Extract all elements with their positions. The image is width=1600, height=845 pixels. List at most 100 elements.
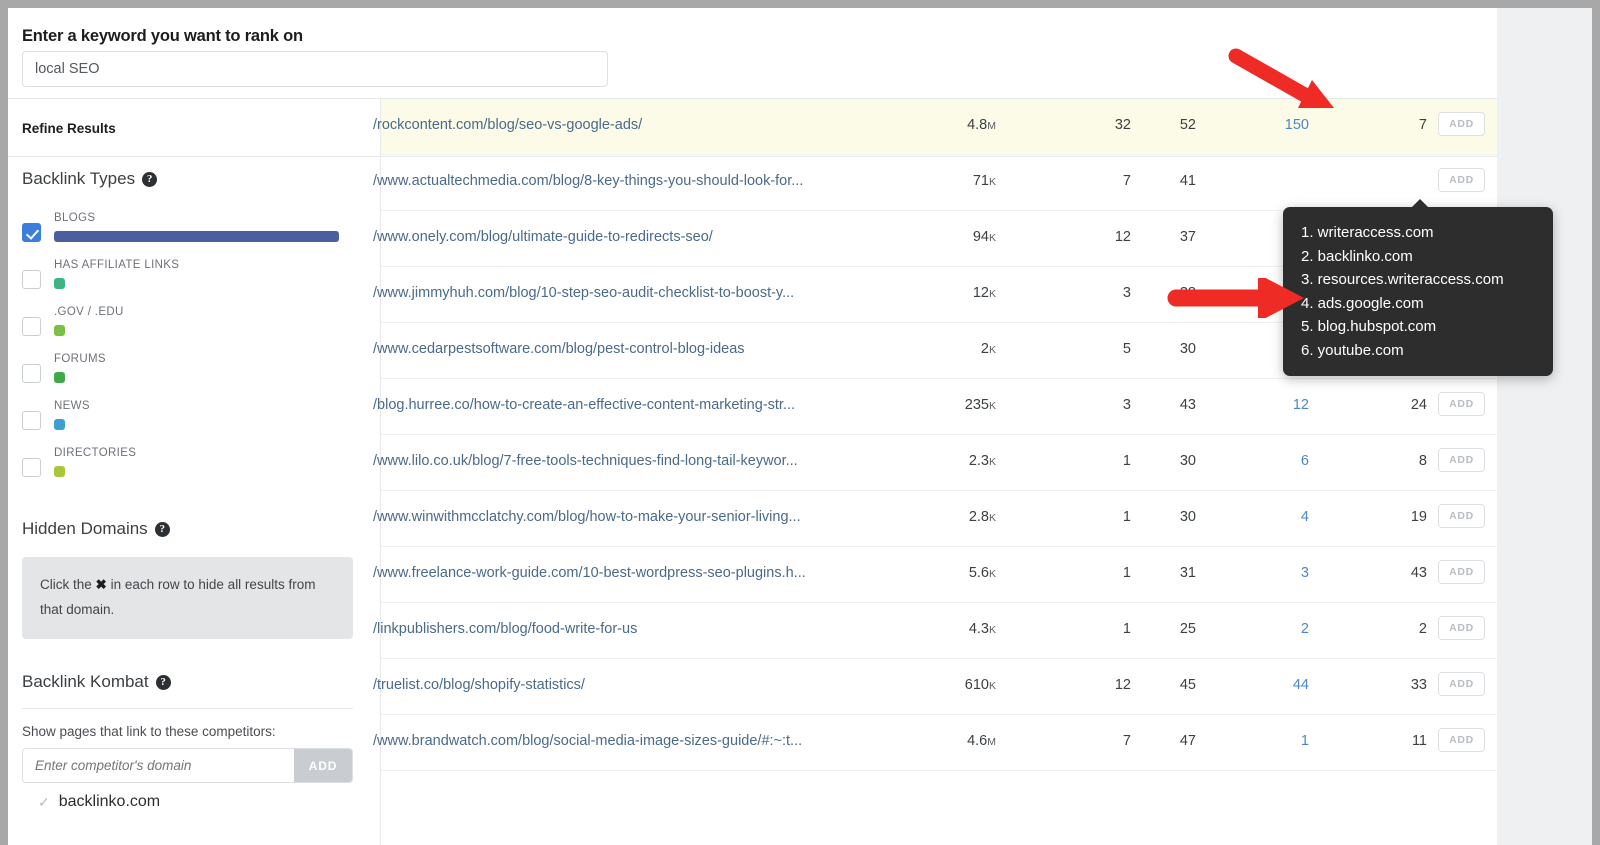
backlink-type-row[interactable]: DIRECTORIES	[8, 444, 381, 491]
add-row-button[interactable]: ADD	[1438, 112, 1485, 136]
page-monthly-organic-clicks-value: 5	[1001, 341, 1131, 357]
domain-strength-value: 31	[1113, 565, 1196, 581]
clicks-unit: k	[989, 400, 996, 412]
ranked-keywords-value[interactable]: 12	[1199, 397, 1309, 413]
add-row-button[interactable]: ADD	[1438, 392, 1485, 416]
page-monthly-organic-clicks-value: 1	[1001, 453, 1131, 469]
page-url-link[interactable]: /rockcontent.com/blog/seo-vs-google-ads/	[373, 117, 642, 133]
table-row[interactable]: /truelist.co/blog/shopify-statistics/610…	[381, 659, 1497, 715]
backlink-type-row[interactable]: HAS AFFILIATE LINKS	[8, 256, 381, 303]
backlink-type-label: DIRECTORIES	[54, 447, 136, 459]
table-row[interactable]: /www.freelance-work-guide.com/10-best-wo…	[381, 547, 1497, 603]
ranked-keywords-value[interactable]: 3	[1199, 565, 1309, 581]
ranked-keywords-value[interactable]: 44	[1199, 677, 1309, 693]
add-row-button[interactable]: ADD	[1438, 616, 1485, 640]
backlink-type-row[interactable]: .GOV / .EDU	[8, 303, 381, 350]
table-row[interactable]: /www.lilo.co.uk/blog/7-free-tools-techni…	[381, 435, 1497, 491]
backlink-kombat-section: Backlink Kombat ? Show pages that link t…	[8, 672, 381, 811]
backlink-types-title: Backlink Types	[22, 169, 135, 189]
page-url-link[interactable]: /www.cedarpestsoftware.com/blog/pest-con…	[373, 341, 745, 357]
clicks-unit: k	[989, 288, 996, 300]
keyword-input[interactable]	[22, 51, 608, 87]
clicks-unit: k	[989, 512, 996, 524]
tooltip-line: 5. blog.hubspot.com	[1301, 315, 1535, 339]
page-monthly-organic-clicks-value: 12	[1001, 229, 1131, 245]
add-row-button[interactable]: ADD	[1438, 672, 1485, 696]
page-url-link[interactable]: /truelist.co/blog/shopify-statistics/	[373, 677, 585, 693]
backlink-type-row[interactable]: FORUMS	[8, 350, 381, 397]
page-url-link[interactable]: /www.winwithmcclatchy.com/blog/how-to-ma…	[373, 509, 801, 525]
backlink-type-row[interactable]: NEWS	[8, 397, 381, 444]
clicks-number: 235	[965, 397, 989, 413]
backlink-type-label: .GOV / .EDU	[54, 306, 124, 318]
app-frame: Enter a keyword you want to rank on Refi…	[8, 8, 1592, 845]
clicks-number: 2.8	[969, 509, 989, 525]
clicks-number: 5.6	[969, 565, 989, 581]
domain-monthly-organic-clicks-value: 4.8M	[781, 117, 996, 133]
ranked-keywords-value[interactable]: 150	[1199, 117, 1309, 133]
table-row[interactable]: /www.brandwatch.com/blog/social-media-im…	[381, 715, 1497, 771]
ranked-keywords-value[interactable]: 6	[1199, 453, 1309, 469]
ranked-keywords-value[interactable]: 2	[1199, 621, 1309, 637]
question-mark-icon[interactable]: ?	[142, 172, 157, 187]
clicks-number: 610	[965, 677, 989, 693]
page-url-link[interactable]: /www.onely.com/blog/ultimate-guide-to-re…	[373, 229, 713, 245]
backlink-type-checkbox[interactable]	[22, 317, 41, 336]
table-row[interactable]: /blog.hurree.co/how-to-create-an-effecti…	[381, 379, 1497, 435]
page-url-link[interactable]: /www.jimmyhuh.com/blog/10-step-seo-audit…	[373, 285, 794, 301]
table-row[interactable]: /rockcontent.com/blog/seo-vs-google-ads/…	[381, 99, 1497, 155]
ranked-keywords-value[interactable]: 4	[1199, 509, 1309, 525]
page-monthly-organic-clicks-value: 3	[1001, 397, 1131, 413]
domain-strength-value: 38	[1113, 285, 1196, 301]
outbound-links-value[interactable]: 43	[1311, 565, 1427, 581]
question-mark-icon[interactable]: ?	[156, 675, 171, 690]
page-url-link[interactable]: /www.lilo.co.uk/blog/7-free-tools-techni…	[373, 453, 798, 469]
outbound-links-value[interactable]: 11	[1311, 733, 1427, 749]
domain-monthly-organic-clicks-value: 4.3k	[781, 621, 996, 637]
domain-monthly-organic-clicks-value: 94k	[781, 229, 996, 245]
keyword-header: Enter a keyword you want to rank on	[8, 8, 1497, 99]
outbound-links-value[interactable]: 7	[1311, 117, 1427, 133]
table-row[interactable]: /linkpublishers.com/blog/food-write-for-…	[381, 603, 1497, 659]
backlink-type-row[interactable]: BLOGS	[8, 209, 381, 256]
add-competitor-button[interactable]: ADD	[294, 749, 352, 782]
competitor-list-item[interactable]: ✓ backlinko.com	[38, 793, 381, 811]
domain-strength-value: 30	[1113, 453, 1196, 469]
clicks-unit: M	[987, 120, 996, 132]
clicks-number: 4.6	[967, 733, 987, 749]
question-mark-icon[interactable]: ?	[155, 522, 170, 537]
add-row-button[interactable]: ADD	[1438, 728, 1485, 752]
backlink-kombat-title: Backlink Kombat	[22, 672, 149, 692]
clicks-number: 71	[973, 173, 989, 189]
backlink-type-label: FORUMS	[54, 353, 106, 365]
outbound-links-value[interactable]: 2	[1311, 621, 1427, 637]
page-url-link[interactable]: /www.actualtechmedia.com/blog/8-key-thin…	[373, 173, 803, 189]
backlink-type-checkbox[interactable]	[22, 223, 41, 242]
page-url-link[interactable]: /www.brandwatch.com/blog/social-media-im…	[373, 733, 802, 749]
page-url-link[interactable]: /blog.hurree.co/how-to-create-an-effecti…	[373, 397, 795, 413]
backlink-type-checkbox[interactable]	[22, 270, 41, 289]
backlink-type-bar	[54, 372, 65, 383]
outbound-links-value[interactable]: 8	[1311, 453, 1427, 469]
add-row-button[interactable]: ADD	[1438, 560, 1485, 584]
clicks-number: 12	[973, 285, 989, 301]
outbound-links-value[interactable]: 24	[1311, 397, 1427, 413]
clicks-number: 4.3	[969, 621, 989, 637]
add-row-button[interactable]: ADD	[1438, 448, 1485, 472]
backlink-type-checkbox[interactable]	[22, 411, 41, 430]
sidebar-body: Backlink Types ? BLOGSHAS AFFILIATE LINK…	[8, 157, 381, 811]
page-url-link[interactable]: /www.freelance-work-guide.com/10-best-wo…	[373, 565, 806, 581]
competitor-domain-input[interactable]	[23, 749, 294, 782]
add-row-button[interactable]: ADD	[1438, 504, 1485, 528]
backlink-types-list: BLOGSHAS AFFILIATE LINKS .GOV / .EDU FORUM…	[8, 209, 381, 491]
ranked-keywords-value[interactable]: 1	[1199, 733, 1309, 749]
table-row[interactable]: /www.winwithmcclatchy.com/blog/how-to-ma…	[381, 491, 1497, 547]
outbound-links-value[interactable]: 19	[1311, 509, 1427, 525]
backlink-type-checkbox[interactable]	[22, 364, 41, 383]
table-row[interactable]: /www.actualtechmedia.com/blog/8-key-thin…	[381, 155, 1497, 211]
backlink-type-checkbox[interactable]	[22, 458, 41, 477]
add-row-button[interactable]: ADD	[1438, 168, 1485, 192]
outbound-links-value[interactable]: 33	[1311, 677, 1427, 693]
domain-strength-value: 30	[1113, 509, 1196, 525]
page-url-link[interactable]: /linkpublishers.com/blog/food-write-for-…	[373, 621, 637, 637]
